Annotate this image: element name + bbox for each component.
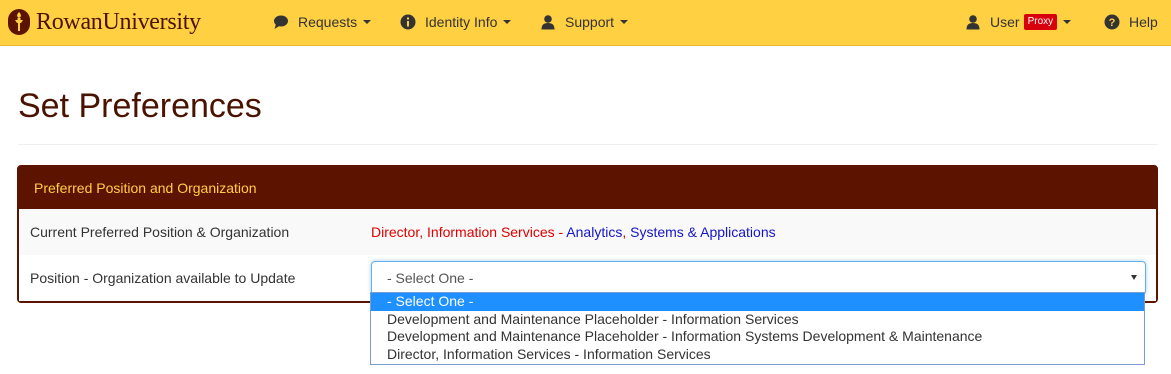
current-preference-label: Current Preferred Position & Organizatio… [30, 224, 290, 240]
menu-help[interactable]: ? Help [1104, 0, 1158, 44]
menu-requests-label: Requests [298, 14, 358, 30]
menu-user-label: User [990, 14, 1020, 30]
page-title: Set Preferences [18, 87, 262, 125]
current-org-part1: Analytics [566, 224, 623, 240]
current-position: Director, Information Services [371, 224, 555, 240]
proxy-badge: Proxy [1023, 14, 1058, 30]
svg-text:?: ? [1109, 17, 1116, 29]
user-icon [966, 15, 980, 30]
chevron-down-icon [1131, 275, 1137, 280]
chevron-down-icon [1063, 20, 1072, 24]
menu-support-label: Support [565, 14, 615, 30]
current-preference-value: Director, Information Services - Analyti… [371, 224, 776, 240]
panel-heading: Preferred Position and Organization [19, 167, 1156, 209]
comment-icon [274, 15, 288, 29]
chevron-down-icon [620, 20, 629, 24]
menu-identity-info[interactable]: Identity Info [400, 0, 512, 44]
menu-requests[interactable]: Requests [273, 0, 372, 44]
dropdown-option[interactable]: Director, Information Services - Informa… [371, 346, 1144, 364]
brand[interactable]: RowanUniversity [8, 4, 201, 40]
position-organization-select[interactable]: - Select One - [371, 261, 1146, 295]
select-dropdown-list[interactable]: - Select One - Development and Maintenan… [370, 292, 1145, 365]
current-preference-row: Current Preferred Position & Organizatio… [19, 209, 1156, 255]
org-separator: , [622, 224, 631, 240]
top-navbar: RowanUniversity Requests Identity Info S… [0, 0, 1171, 46]
position-separator: - [554, 224, 567, 240]
chevron-down-icon [363, 20, 372, 24]
dropdown-option[interactable]: Development and Maintenance Placeholder … [371, 328, 1144, 346]
dropdown-option[interactable]: Development and Maintenance Placeholder … [371, 311, 1144, 329]
menu-help-label: Help [1129, 14, 1158, 30]
dropdown-option[interactable]: - Select One - [371, 293, 1144, 311]
divider [18, 144, 1157, 145]
rowan-logo-icon [8, 9, 30, 35]
menu-support[interactable]: Support [540, 0, 629, 44]
brand-name: RowanUniversity [36, 8, 201, 35]
current-org-part2: Systems & Applications [630, 224, 776, 240]
menu-identity-info-label: Identity Info [425, 14, 498, 30]
chevron-down-icon [503, 20, 512, 24]
select-value: - Select One - [387, 270, 474, 286]
update-preference-label: Position - Organization available to Upd… [30, 270, 296, 286]
info-icon [400, 14, 416, 30]
question-icon: ? [1104, 14, 1120, 30]
preferences-panel: Preferred Position and Organization Curr… [17, 165, 1158, 303]
menu-user[interactable]: User Proxy [965, 0, 1072, 44]
user-icon [541, 15, 555, 30]
